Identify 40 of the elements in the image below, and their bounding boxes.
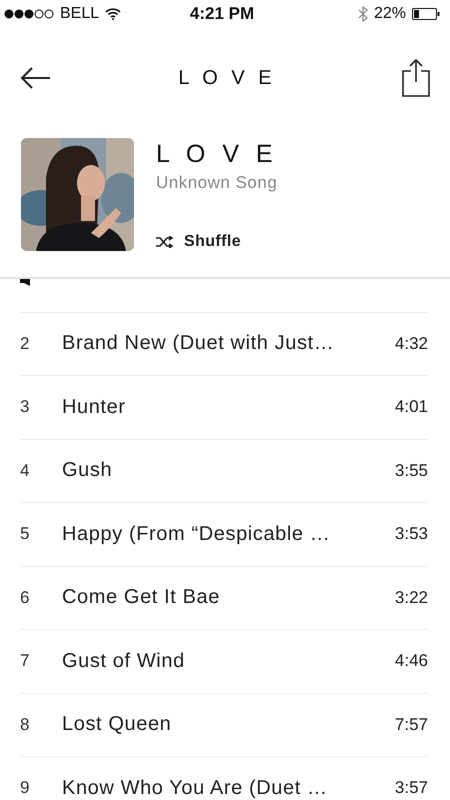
track-duration: 4:32 [394, 334, 428, 354]
shuffle-icon [156, 236, 174, 248]
track-duration: 7:57 [394, 714, 428, 735]
clock-time: 4:21 PM [190, 4, 254, 24]
shuffle-button[interactable]: Shuffle [156, 233, 278, 251]
page-title: L O V E [178, 66, 276, 90]
track-number: 4 [20, 460, 30, 481]
track-title[interactable]: Know Who You Are (Duet … [62, 776, 395, 800]
back-arrow-icon [20, 66, 52, 90]
track-number: 6 [20, 588, 30, 608]
track-number: 5 [20, 524, 30, 544]
share-icon [402, 59, 430, 97]
track-title[interactable]: Hunter [62, 396, 395, 419]
track-duration: 4:46 [394, 651, 428, 672]
back-button[interactable] [20, 66, 52, 90]
track-title[interactable]: Come Get It Bae [62, 586, 395, 610]
track-number: 2 [20, 334, 30, 354]
track-number: 7 [20, 651, 30, 672]
track-duration: 4:01 [394, 397, 428, 418]
track-number: 9 [20, 778, 30, 798]
track-title[interactable]: Gust of Wind [62, 650, 395, 673]
battery-icon [412, 8, 440, 20]
wifi-icon [105, 8, 122, 20]
track-duration: 3:55 [394, 460, 428, 481]
album-subtitle: Unknown Song [156, 173, 278, 193]
track-duration: 3:57 [394, 778, 428, 798]
track-duration: 3:22 [394, 588, 428, 608]
share-button[interactable] [402, 59, 430, 97]
carrier-name: BELL [60, 5, 100, 23]
bluetooth-icon [358, 6, 368, 22]
signal-icon [4, 9, 54, 19]
track-title[interactable]: Brand New (Duet with Just… [62, 332, 395, 356]
track-title[interactable]: Gush [62, 459, 395, 482]
track-number: 8 [20, 714, 30, 735]
track-number: 3 [20, 397, 30, 418]
battery-percent: 22% [374, 5, 406, 23]
track-title[interactable]: Lost Queen [62, 713, 395, 736]
track-duration: 3:53 [394, 524, 428, 544]
album-title: L O V E [156, 140, 278, 169]
track-title[interactable]: Happy (From “Despicable … [62, 522, 395, 546]
